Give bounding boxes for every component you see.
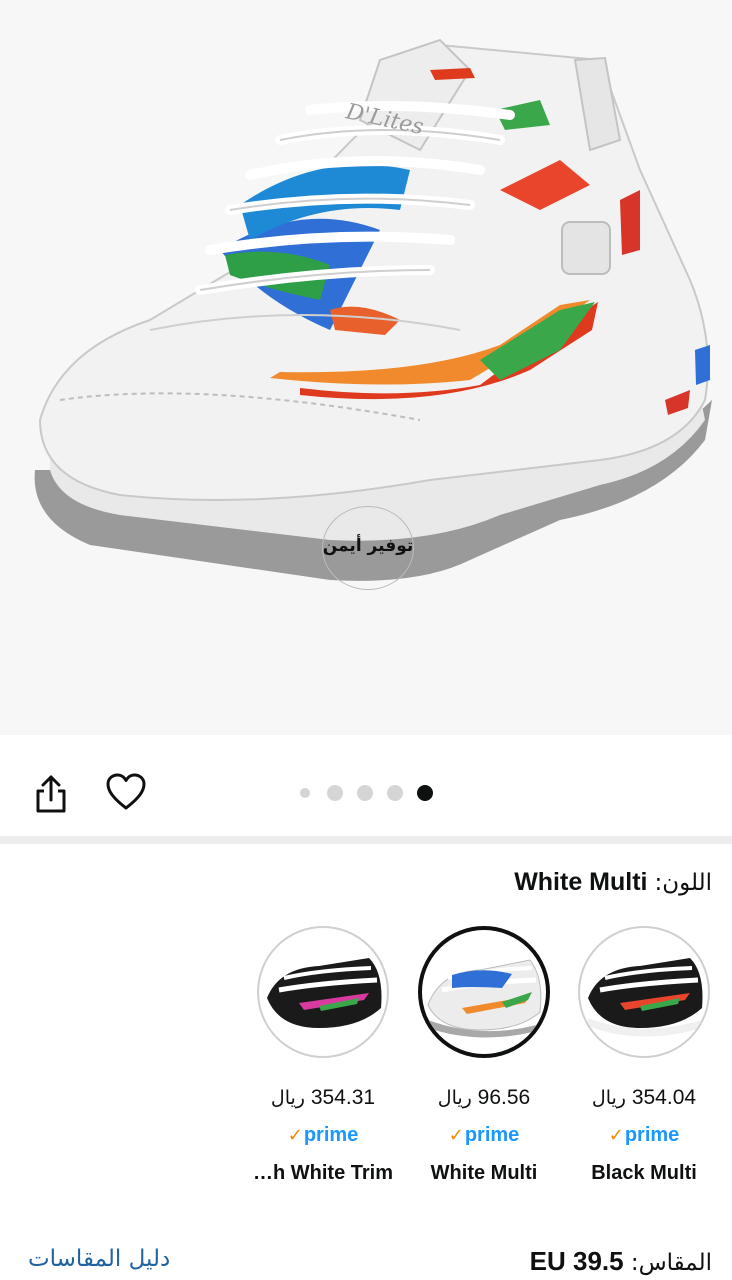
swatch-thumbnail — [578, 926, 710, 1058]
carousel-dot[interactable] — [387, 785, 403, 801]
carousel-dot[interactable] — [357, 785, 373, 801]
price-value: 96.56 — [477, 1086, 531, 1109]
image-action-bar — [0, 740, 732, 836]
color-label: اللون: — [654, 870, 712, 896]
favorite-button[interactable] — [102, 768, 150, 816]
prime-badge: ✓prime — [414, 1124, 554, 1147]
size-guide-link[interactable]: دليل المقاسات — [28, 1246, 170, 1272]
size-selection-label: المقاس: EU 39.5 — [530, 1246, 712, 1277]
shoe-illustration: D'Lites — [34, 38, 713, 581]
swatch-price: 96.56 ريال — [414, 1086, 554, 1110]
section-divider — [0, 836, 732, 844]
selected-color: White Multi — [514, 868, 648, 896]
swatch-thumbnail — [257, 926, 389, 1058]
product-image[interactable]: D'Lites توفير أيمن — [0, 0, 732, 735]
share-icon — [36, 775, 66, 813]
heart-icon — [106, 773, 146, 810]
prime-label: prime — [624, 1124, 680, 1146]
color-swatch-white-multi[interactable]: 96.56 ريال ✓prime White Multi — [414, 926, 554, 1184]
share-button[interactable] — [27, 770, 75, 818]
prime-check-icon: ✓ — [287, 1125, 303, 1145]
prime-badge: ✓prime — [253, 1124, 393, 1147]
prime-check-icon: ✓ — [608, 1125, 624, 1145]
swatch-name: …h White Trim — [253, 1162, 393, 1184]
prime-label: prime — [303, 1124, 359, 1146]
color-swatch-white-trim[interactable]: 354.31 ريال ✓prime …h White Trim — [253, 926, 393, 1184]
color-selection-label: اللون: White Multi — [514, 868, 712, 897]
size-label: المقاس: — [630, 1250, 712, 1276]
prime-label: prime — [464, 1124, 520, 1146]
swatch-price: 354.04 ريال — [574, 1086, 714, 1110]
price-currency: ريال — [437, 1087, 472, 1109]
carousel-dot[interactable] — [300, 788, 310, 798]
color-swatch-black-multi[interactable]: 354.04 ريال ✓prime Black Multi — [574, 926, 714, 1184]
price-value: 354.04 — [631, 1086, 697, 1109]
carousel-indicator — [300, 785, 433, 801]
price-currency: ريال — [591, 1087, 626, 1109]
carousel-dot-active[interactable] — [417, 785, 433, 801]
price-value: 354.31 — [310, 1086, 376, 1109]
price-currency: ريال — [270, 1087, 305, 1109]
prime-check-icon: ✓ — [448, 1125, 464, 1145]
watermark-text: توفير أيمن — [322, 536, 414, 556]
swatch-thumbnail — [418, 926, 550, 1058]
swatch-price: 354.31 ريال — [253, 1086, 393, 1110]
carousel-dot[interactable] — [327, 785, 343, 801]
selected-size: EU 39.5 — [529, 1246, 624, 1276]
prime-badge: ✓prime — [574, 1124, 714, 1147]
